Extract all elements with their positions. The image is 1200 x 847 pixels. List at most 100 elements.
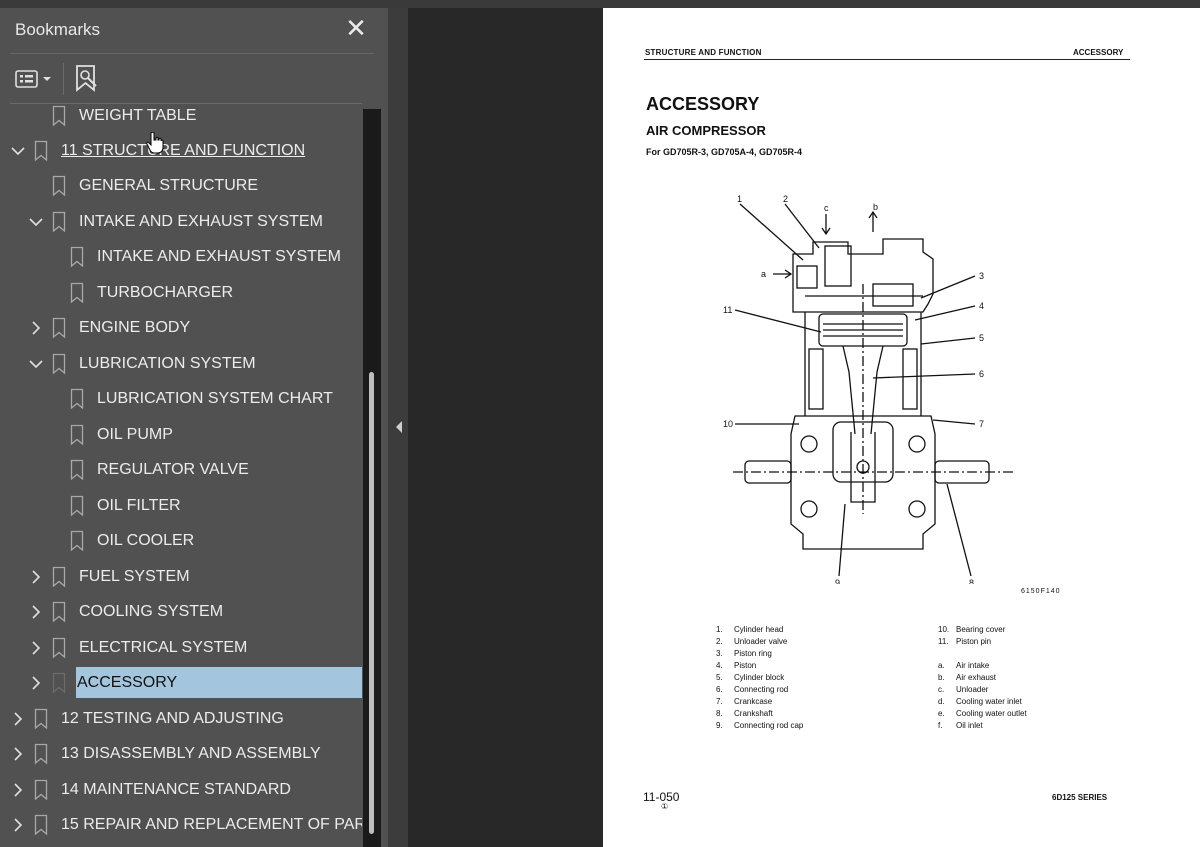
bookmark-row[interactable]: ACCESSORY — [0, 667, 362, 699]
bookmark-label[interactable]: INTAKE AND EXHAUST SYSTEM — [97, 241, 341, 273]
legend-item: 2. Unloader valve — [716, 636, 803, 648]
chevron-down-icon[interactable] — [10, 143, 26, 159]
bookmark-row[interactable]: INTAKE AND EXHAUST SYSTEM — [0, 241, 362, 273]
legend-key: 1. — [716, 625, 723, 634]
bookmark-label[interactable]: ACCESSORY — [76, 667, 362, 698]
options-menu-button[interactable] — [14, 68, 56, 90]
bookmark-row[interactable]: LUBRICATION SYSTEM — [0, 348, 362, 380]
legend-left-column: 1. Cylinder head 2. Unloader valve 3. Piston … — [716, 624, 803, 732]
find-bookmark-button[interactable] — [74, 64, 100, 94]
chevron-right-icon[interactable] — [28, 675, 44, 691]
bookmark-label[interactable]: GENERAL STRUCTURE — [79, 170, 258, 202]
page-revision-mark: ① — [661, 802, 669, 811]
bookmark-label[interactable]: OIL COOLER — [97, 525, 194, 557]
bookmark-label[interactable]: 15 REPAIR AND REPLACEMENT OF PARTS — [61, 809, 362, 841]
bookmark-label[interactable]: OIL PUMP — [97, 419, 173, 451]
chevron-right-icon[interactable] — [28, 604, 44, 620]
bookmark-row[interactable]: FUEL SYSTEM — [0, 561, 362, 593]
list-options-icon — [15, 70, 51, 88]
bookmark-row[interactable]: 11 STRUCTURE AND FUNCTION — [0, 135, 362, 167]
bookmark-row[interactable]: OIL PUMP — [0, 419, 362, 451]
bookmark-icon — [70, 530, 84, 552]
dropdown-caret-icon — [43, 77, 51, 81]
chevron-down-icon[interactable] — [28, 356, 44, 372]
bookmark-label[interactable]: 14 MAINTENANCE STANDARD — [61, 774, 291, 806]
legend-text: Bearing cover — [956, 625, 1006, 634]
bookmark-icon — [52, 317, 66, 339]
legend-key: 10. — [938, 625, 950, 634]
chevron-right-icon[interactable] — [28, 569, 44, 585]
bookmark-label[interactable]: REGULATOR VALVE — [97, 454, 249, 486]
air-compressor-diagram: 1 2 c b a 3 4 11 5 6 10 7 9 8 — [723, 194, 1013, 584]
bookmark-label[interactable]: ENGINE BODY — [79, 312, 190, 344]
chevron-right-icon[interactable] — [10, 782, 26, 798]
legend-text: Crankcase — [734, 697, 773, 706]
bookmark-label[interactable]: ELECTRICAL SYSTEM — [79, 632, 247, 664]
bookmark-row[interactable]: REGULATOR VALVE — [0, 454, 362, 486]
bookmark-label[interactable]: 11 STRUCTURE AND FUNCTION — [61, 135, 305, 167]
bookmark-label[interactable]: LUBRICATION SYSTEM — [79, 348, 256, 380]
subsection-title: AIR COMPRESSOR — [646, 123, 766, 138]
diagram-callout: c — [824, 203, 829, 213]
bookmark-row[interactable]: 14 MAINTENANCE STANDARD — [0, 774, 362, 806]
bookmark-label[interactable]: LUBRICATION SYSTEM CHART — [97, 383, 333, 415]
bookmark-row[interactable]: WEIGHT TABLE — [0, 104, 362, 132]
bookmark-label[interactable]: 12 TESTING AND ADJUSTING — [61, 703, 284, 735]
legend-item: c. Unloader — [938, 684, 1027, 696]
chevron-right-icon[interactable] — [28, 640, 44, 656]
bookmark-label[interactable]: OIL FILTER — [97, 490, 181, 522]
bookmark-search-icon — [76, 65, 97, 92]
bookmark-row[interactable]: 13 DISASSEMBLY AND ASSEMBLY — [0, 738, 362, 770]
chevron-right-icon[interactable] — [10, 711, 26, 727]
bookmark-label[interactable]: FUEL SYSTEM — [79, 561, 190, 593]
bookmark-label[interactable]: WEIGHT TABLE — [79, 104, 196, 132]
bookmark-icon — [70, 246, 84, 268]
close-panel-button[interactable]: ✕ — [344, 14, 368, 42]
bookmark-label[interactable]: COOLING SYSTEM — [79, 596, 223, 628]
legend-item: 6. Connecting rod — [716, 684, 803, 696]
chevron-down-icon[interactable] — [28, 214, 44, 230]
bookmark-icon — [34, 743, 48, 765]
legend-key: 2. — [716, 637, 723, 646]
bookmark-row[interactable]: OIL FILTER — [0, 490, 362, 522]
bookmark-icon — [52, 353, 66, 375]
legend-text: Oil inlet — [956, 721, 983, 730]
bookmark-row[interactable]: TURBOCHARGER — [0, 277, 362, 309]
bookmark-row[interactable]: COOLING SYSTEM — [0, 596, 362, 628]
header-rule — [644, 59, 1130, 60]
running-header-right: ACCESSORY — [1073, 48, 1124, 57]
diagram-callout: 11 — [723, 305, 732, 315]
hand-cursor-icon — [146, 132, 164, 154]
bookmark-row[interactable]: INTAKE AND EXHAUST SYSTEM — [0, 206, 362, 238]
legend-text: Air intake — [956, 661, 990, 670]
model-applicability: For GD705R-3, GD705A-4, GD705R-4 — [646, 147, 803, 157]
bookmark-row[interactable]: OIL COOLER — [0, 525, 362, 557]
bookmarks-panel: Bookmarks ✕ WEIGHT TABLE 11 STRUCTURE AND… — [0, 8, 388, 847]
document-page: STRUCTURE AND FUNCTION ACCESSORY ACCESSO… — [603, 8, 1200, 847]
figure-code: 6150F140 — [1021, 588, 1061, 595]
bookmark-row[interactable]: 15 REPAIR AND REPLACEMENT OF PARTS — [0, 809, 362, 841]
legend-item: 1. Cylinder head — [716, 624, 803, 636]
bookmark-label[interactable]: INTAKE AND EXHAUST SYSTEM — [79, 206, 323, 238]
bookmark-row[interactable]: LUBRICATION SYSTEM CHART — [0, 383, 362, 415]
bookmark-label[interactable]: 13 DISASSEMBLY AND ASSEMBLY — [61, 738, 321, 770]
bookmark-row[interactable]: ENGINE BODY — [0, 312, 362, 344]
chevron-right-icon[interactable] — [10, 817, 26, 833]
legend-text: Cooling water inlet — [956, 697, 1022, 706]
legend-key: c. — [938, 685, 945, 694]
viewer-background — [408, 8, 603, 847]
bookmark-icon — [70, 424, 84, 446]
diagram-callout: 2 — [783, 194, 788, 204]
bookmark-icon — [52, 601, 66, 623]
bookmark-label[interactable]: TURBOCHARGER — [97, 277, 233, 309]
bookmark-icon — [70, 388, 84, 410]
scrollbar-thumb[interactable] — [369, 372, 374, 834]
bookmark-row[interactable]: GENERAL STRUCTURE — [0, 170, 362, 202]
collapse-panel-arrow-icon[interactable] — [394, 420, 404, 434]
chevron-right-icon[interactable] — [28, 320, 44, 336]
legend-item — [938, 648, 1027, 660]
bookmark-row[interactable]: ELECTRICAL SYSTEM — [0, 632, 362, 664]
legend-item: a. Air intake — [938, 660, 1027, 672]
chevron-right-icon[interactable] — [10, 746, 26, 762]
bookmark-row[interactable]: 12 TESTING AND ADJUSTING — [0, 703, 362, 735]
